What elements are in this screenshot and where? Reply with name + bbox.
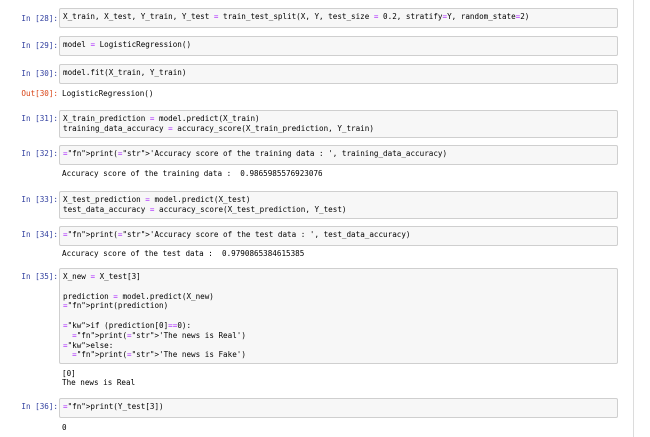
code-input[interactable]: ="fn">print(="str">'Accuracy score of th… bbox=[59, 145, 618, 165]
notebook-cell-34[interactable]: In [34]: ="fn">print(="str">'Accuracy sc… bbox=[0, 226, 633, 264]
code-line: X_train, X_test, Y_train, Y_test = train… bbox=[63, 12, 530, 21]
code-line: prediction = model.predict(X_new) bbox=[63, 291, 214, 301]
input-prompt: In [34]: bbox=[21, 230, 58, 239]
cell-output: The news is Real bbox=[62, 378, 136, 387]
input-prompt: In [33]: bbox=[21, 195, 58, 204]
code-input[interactable]: X_new = X_test[3] prediction = model.pre… bbox=[59, 268, 618, 364]
code-line: X_test_prediction = model.predict(X_test… bbox=[63, 195, 251, 204]
notebook-cell-28[interactable]: In [28]: X_train, X_test, Y_train, Y_tes… bbox=[0, 8, 633, 30]
code-input[interactable]: X_test_prediction = model.predict(X_test… bbox=[59, 191, 618, 219]
code-line: ="fn">print(Y_test[3]) bbox=[63, 402, 164, 411]
code-line: ="kw">if (prediction[0]==0): bbox=[63, 320, 192, 330]
code-line: training_data_accuracy = accuracy_score(… bbox=[63, 123, 374, 133]
code-line: model = LogisticRegression() bbox=[63, 40, 192, 49]
notebook-cell-33[interactable]: In [33]: X_test_prediction = model.predi… bbox=[0, 191, 633, 221]
input-prompt: In [32]: bbox=[21, 149, 58, 158]
cell-output: Accuracy score of the test data : 0.9790… bbox=[62, 249, 305, 258]
code-line: ="fn">print(="str">'Accuracy score of th… bbox=[63, 149, 448, 158]
code-line: X_new = X_test[3] bbox=[63, 272, 141, 281]
code-line: X_train_prediction = model.predict(X_tra… bbox=[63, 114, 260, 123]
code-line: ="fn">print(="str">'The news is Fake') bbox=[72, 350, 246, 360]
cell-output: LogisticRegression() bbox=[62, 89, 154, 98]
code-line: ="fn">print(prediction) bbox=[63, 301, 169, 311]
notebook-cell-30[interactable]: In [30]: model.fit(X_train, Y_train) Out… bbox=[0, 64, 633, 104]
input-prompt: In [36]: bbox=[21, 402, 58, 411]
code-input[interactable]: model = LogisticRegression() bbox=[59, 36, 618, 56]
notebook-cell-29[interactable]: In [29]: model = LogisticRegression() bbox=[0, 36, 633, 58]
cell-output: 0 bbox=[62, 423, 67, 432]
code-input[interactable]: X_train, X_test, Y_train, Y_test = train… bbox=[59, 8, 618, 28]
notebook-cell-31[interactable]: In [31]: X_train_prediction = model.pred… bbox=[0, 110, 633, 140]
code-line: ="fn">print(="str">'Accuracy score of th… bbox=[63, 230, 411, 239]
input-prompt: In [28]: bbox=[21, 14, 58, 23]
code-line: ="kw">else: bbox=[63, 340, 114, 350]
code-input[interactable]: ="fn">print(Y_test[3]) bbox=[59, 398, 618, 418]
notebook-cell-36[interactable]: In [36]: ="fn">print(Y_test[3]) 0 bbox=[0, 398, 633, 434]
code-line: test_data_accuracy = accuracy_score(X_te… bbox=[63, 204, 347, 214]
code-line: ="fn">print(="str">'The news is Real') bbox=[72, 330, 246, 340]
notebook-right-border bbox=[633, 0, 634, 437]
code-input[interactable]: ="fn">print(="str">'Accuracy score of th… bbox=[59, 226, 618, 246]
notebook-cell-35[interactable]: In [35]: X_new = X_test[3] prediction = … bbox=[0, 268, 633, 390]
code-line: model.fit(X_train, Y_train) bbox=[63, 68, 187, 77]
cell-output: Accuracy score of the training data : 0.… bbox=[62, 169, 323, 178]
code-input[interactable]: model.fit(X_train, Y_train) bbox=[59, 64, 618, 84]
input-prompt: In [35]: bbox=[21, 272, 58, 281]
notebook-cell-32[interactable]: In [32]: ="fn">print(="str">'Accuracy sc… bbox=[0, 145, 633, 183]
input-prompt: In [29]: bbox=[21, 41, 58, 50]
input-prompt: In [31]: bbox=[21, 114, 58, 123]
input-prompt: In [30]: bbox=[21, 69, 58, 78]
output-prompt: Out[30]: bbox=[21, 89, 58, 98]
code-input[interactable]: X_train_prediction = model.predict(X_tra… bbox=[59, 110, 618, 138]
